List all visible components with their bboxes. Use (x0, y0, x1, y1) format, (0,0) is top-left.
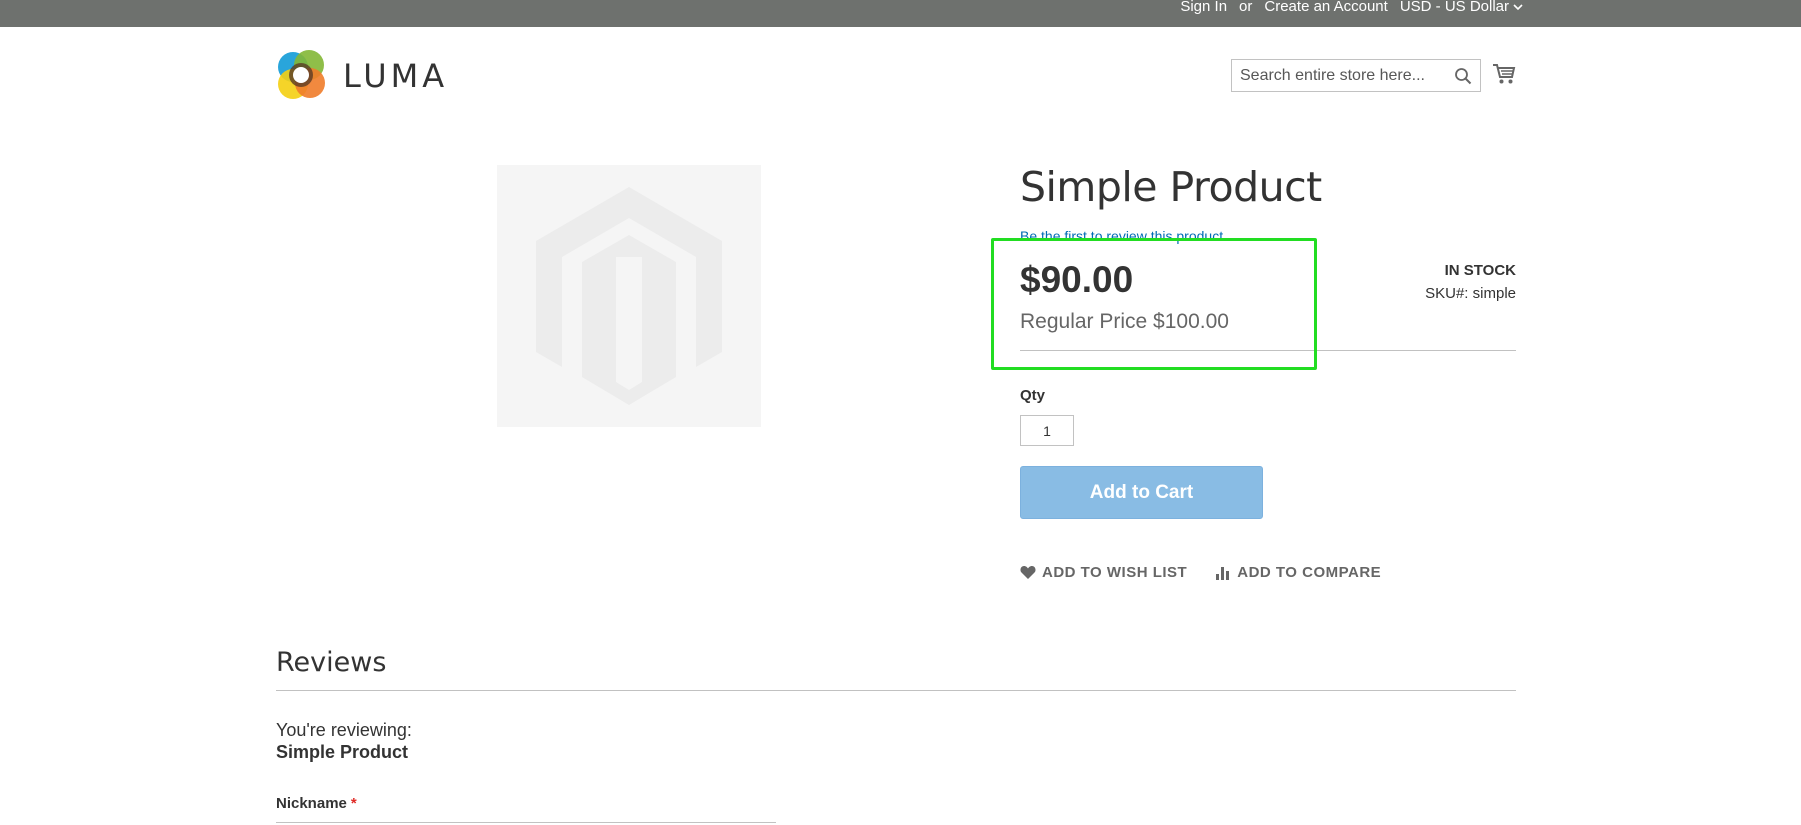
add-to-wishlist-link[interactable]: ADD TO WISH LIST (1020, 564, 1187, 581)
heart-icon (1020, 566, 1036, 579)
shopping-cart-icon[interactable] (1492, 63, 1516, 85)
qty-label: Qty (1020, 387, 1046, 404)
product-sku: SKU#: simple (1425, 285, 1516, 302)
luma-logo-icon (278, 50, 325, 99)
add-to-compare-link[interactable]: ADD TO COMPARE (1215, 564, 1381, 581)
currency-switcher[interactable]: USD - US Dollar (1400, 0, 1523, 14)
price-divider (1020, 350, 1516, 351)
currency-label: USD - US Dollar (1399, 0, 1509, 15)
reviewing-label: You're reviewing: (276, 720, 412, 740)
wishlist-label: ADD TO WISH LIST (1042, 564, 1188, 581)
product-title: Simple Product (1020, 163, 1322, 211)
compare-bars-icon (1216, 567, 1230, 580)
search-box (1231, 59, 1481, 92)
logo-text: LUMA (343, 56, 449, 95)
header-links: Sign In or Create an Account USD - US Do… (1180, 0, 1523, 14)
regular-price: Regular Price $100.00 (1020, 310, 1229, 333)
nickname-label: Nickname * (276, 795, 357, 812)
reviews-title: Reviews (276, 647, 387, 678)
product-actions: ADD TO WISH LIST ADD TO COMPARE (1020, 564, 1381, 581)
final-price: $90.00 (1020, 259, 1134, 300)
compare-label: ADD TO COMPARE (1237, 564, 1382, 581)
chevron-down-icon (1513, 3, 1523, 10)
stock-status: IN STOCK (1444, 262, 1516, 279)
first-review-link[interactable]: Be the first to review this product (1020, 227, 1223, 245)
create-account-link[interactable]: Create an Account (1264, 0, 1387, 14)
search-input[interactable] (1240, 66, 1454, 85)
reviewing-product-name: Simple Product (276, 742, 409, 762)
sign-in-link[interactable]: Sign In (1180, 0, 1227, 14)
qty-input[interactable] (1020, 415, 1074, 446)
top-header-bar: Sign In or Create an Account USD - US Do… (0, 0, 1801, 27)
reviews-divider (276, 690, 1516, 691)
required-marker: * (350, 795, 357, 812)
product-image-placeholder (497, 165, 761, 427)
store-logo[interactable]: LUMA (276, 50, 448, 101)
add-to-cart-button[interactable]: Add to Cart (1020, 466, 1263, 519)
or-separator: or (1239, 0, 1253, 15)
search-icon[interactable] (1454, 67, 1472, 85)
magento-placeholder-icon (536, 187, 722, 405)
nickname-label-text: Nickname (276, 795, 347, 812)
